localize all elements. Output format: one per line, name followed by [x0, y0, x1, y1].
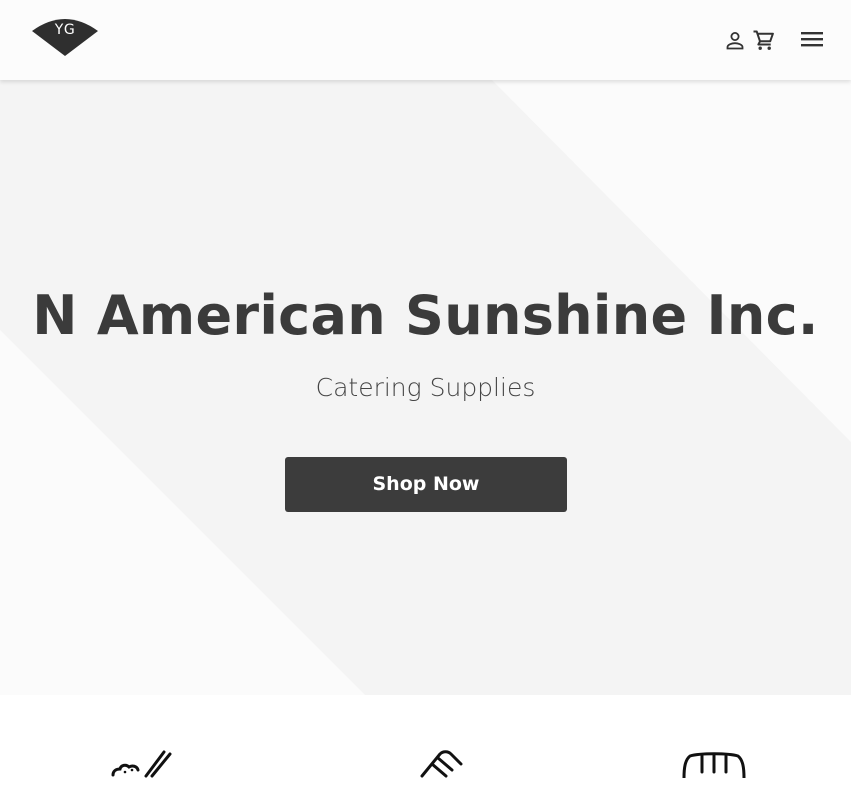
category-bowl[interactable]	[108, 748, 174, 788]
shopping-cart-icon	[753, 30, 774, 50]
takeout-container-icon	[420, 750, 463, 778]
category-tray[interactable]	[680, 748, 748, 788]
menu-button[interactable]	[799, 27, 826, 51]
category-takeout[interactable]	[418, 748, 468, 788]
hero-subtitle: Catering Supplies	[315, 373, 536, 402]
person-icon	[726, 32, 744, 50]
logo[interactable]: YG	[32, 15, 98, 57]
shop-now-button[interactable]: Shop Now	[285, 457, 567, 512]
hero-title: N American Sunshine Inc.	[32, 284, 819, 347]
logo-text: YG	[54, 22, 76, 38]
hamburger-menu-icon	[801, 32, 823, 47]
cart-button[interactable]	[752, 28, 776, 52]
food-tray-icon	[682, 752, 746, 779]
bowl-chopsticks-icon	[111, 750, 172, 778]
account-button[interactable]	[723, 28, 747, 52]
hero-banner: N American Sunshine Inc. Catering Suppli…	[0, 80, 851, 695]
category-icons-strip	[0, 695, 851, 779]
site-header: YG	[0, 0, 851, 80]
